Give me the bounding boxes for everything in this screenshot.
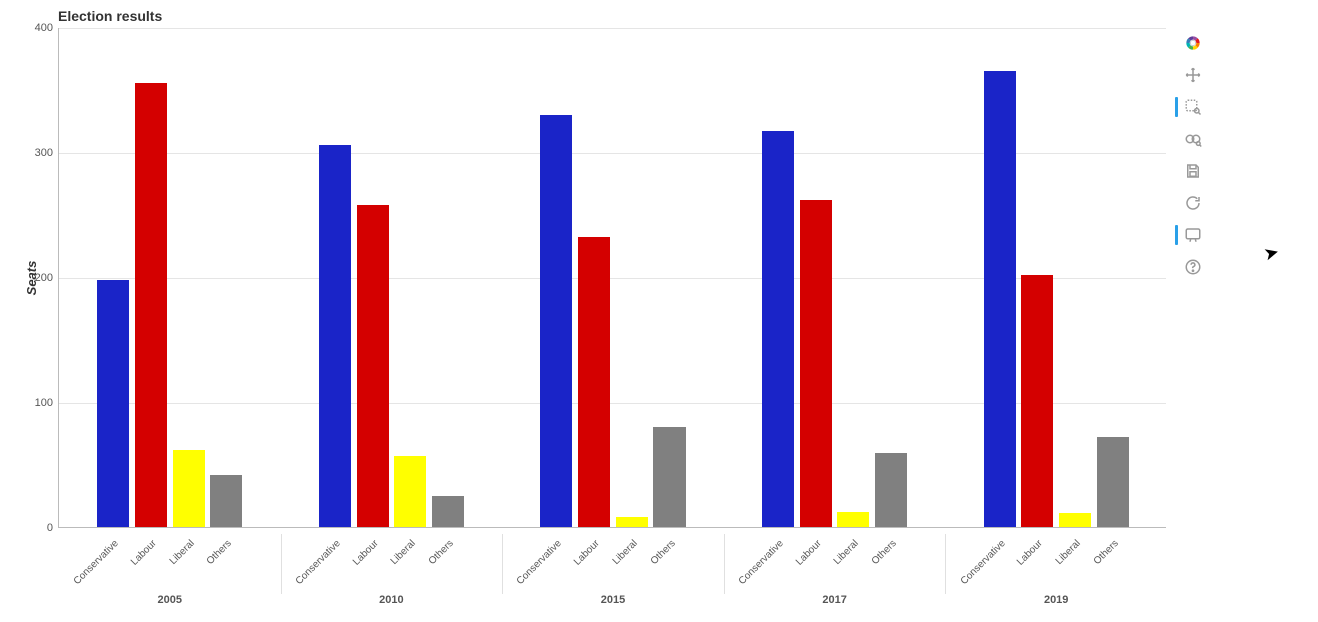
plot-area: 01002003004002005ConservativeLabourLiber… [58, 28, 1166, 528]
chart-toolbar [1178, 30, 1208, 280]
x-group-label: 2005 [158, 594, 182, 606]
group-separator [502, 534, 503, 594]
group-separator [724, 534, 725, 594]
save-tool-icon[interactable] [1180, 158, 1206, 184]
bar[interactable] [173, 450, 205, 528]
box-zoom-tool-icon[interactable] [1180, 94, 1206, 120]
chart-title: Election results [58, 8, 162, 24]
bar[interactable] [1021, 275, 1053, 528]
pan-tool-icon[interactable] [1180, 62, 1206, 88]
bar[interactable] [432, 496, 464, 527]
bar[interactable] [653, 427, 685, 527]
bar[interactable] [984, 71, 1016, 527]
mouse-cursor-icon: ➤ [1262, 241, 1282, 265]
bar[interactable] [135, 83, 167, 527]
bar[interactable] [319, 145, 351, 528]
bar[interactable] [1059, 513, 1091, 527]
y-tick-label: 100 [35, 397, 53, 409]
wheel-zoom-tool-icon[interactable] [1180, 126, 1206, 152]
bar[interactable] [800, 200, 832, 528]
y-tick-label: 400 [35, 22, 53, 34]
y-tick-label: 300 [35, 147, 53, 159]
bar[interactable] [616, 517, 648, 527]
bar[interactable] [394, 456, 426, 527]
bar[interactable] [1097, 437, 1129, 527]
help-tool-icon[interactable] [1180, 254, 1206, 280]
bar[interactable] [875, 453, 907, 527]
y-tick-label: 0 [47, 522, 53, 534]
bar[interactable] [540, 115, 572, 528]
bar[interactable] [762, 131, 794, 527]
bar[interactable] [357, 205, 389, 528]
bar[interactable] [837, 512, 869, 527]
bar[interactable] [578, 237, 610, 527]
group-separator [945, 534, 946, 594]
group-separator [281, 534, 282, 594]
bar[interactable] [97, 280, 129, 528]
bokeh-logo-icon[interactable] [1180, 30, 1206, 56]
y-tick-label: 200 [35, 272, 53, 284]
x-group-label: 2017 [822, 594, 846, 606]
reset-tool-icon[interactable] [1180, 190, 1206, 216]
x-group-label: 2019 [1044, 594, 1068, 606]
bar[interactable] [210, 475, 242, 528]
grid-line [59, 28, 1166, 29]
hover-tool-icon[interactable] [1180, 222, 1206, 248]
x-group-label: 2010 [379, 594, 403, 606]
x-group-label: 2015 [601, 594, 625, 606]
